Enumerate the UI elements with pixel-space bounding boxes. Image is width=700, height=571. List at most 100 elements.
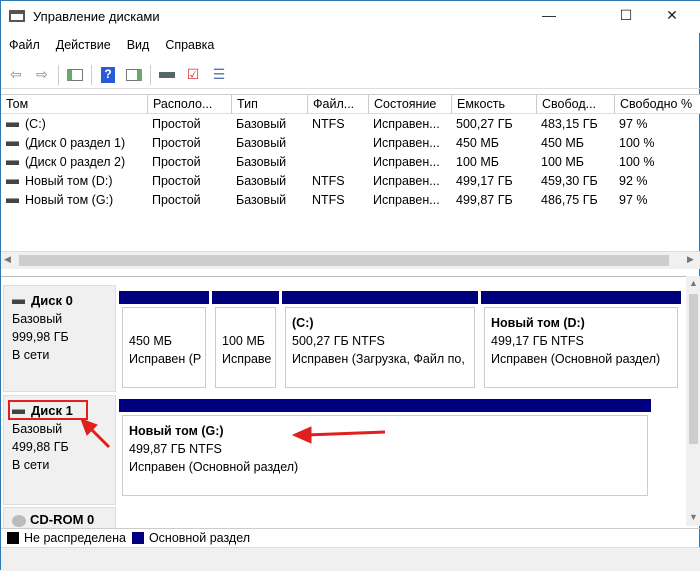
cell-filesystem: NTFS	[307, 193, 368, 207]
column-volume[interactable]: Том	[1, 95, 147, 114]
cell-text: 100 %	[619, 155, 655, 169]
cell-text: 450 МБ	[541, 136, 584, 150]
volume-icon	[6, 179, 19, 185]
scroll-down-icon[interactable]: ▼	[689, 512, 698, 522]
cell-volume: Новый том (G:)	[1, 193, 147, 207]
menu-action[interactable]: Действие	[48, 35, 119, 57]
maximize-button[interactable]: ☐	[611, 7, 641, 24]
cell-free: 483,15 ГБ	[536, 117, 614, 131]
scrollbar-thumb[interactable]	[689, 294, 698, 444]
cell-layout: Простой	[147, 136, 231, 150]
cdrom-label[interactable]: CD-ROM 0	[3, 507, 116, 529]
horizontal-scrollbar[interactable]: ◀ ▶	[1, 251, 700, 269]
annotation-arrow-icon	[291, 426, 386, 444]
cell-filesystem: NTFS	[307, 174, 368, 188]
cell-capacity: 499,87 ГБ	[451, 193, 536, 207]
column-free[interactable]: Свобод...	[536, 95, 614, 114]
volume-icon	[6, 160, 19, 166]
back-icon[interactable]: ⇦	[6, 66, 26, 84]
column-capacity[interactable]: Емкость	[451, 95, 536, 114]
menu-help[interactable]: Справка	[157, 35, 222, 57]
toolbar-divider	[91, 64, 92, 85]
cell-type: Базовый	[231, 117, 307, 131]
cell-text: NTFS	[312, 174, 345, 188]
cell-text: Базовый	[236, 174, 287, 188]
cell-capacity: 450 МБ	[451, 136, 536, 150]
menu-view[interactable]: Вид	[119, 35, 158, 57]
cell-text: 92 %	[619, 174, 648, 188]
cell-text: Исправен...	[373, 174, 440, 188]
cell-text: NTFS	[312, 117, 345, 131]
cell-capacity: 100 МБ	[451, 155, 536, 169]
column-type[interactable]: Тип	[231, 95, 307, 114]
volume-icon	[6, 141, 19, 147]
column-filesystem[interactable]: Файл...	[307, 95, 368, 114]
minimize-button[interactable]: —	[534, 7, 564, 23]
vertical-scrollbar[interactable]: ▲ ▼	[686, 276, 700, 526]
cell-text: Новый том (D:)	[25, 174, 113, 188]
menu-file[interactable]: Файл	[1, 35, 48, 57]
column-status[interactable]: Состояние	[368, 95, 451, 114]
cell-type: Базовый	[231, 174, 307, 188]
cell-text: Исправен...	[373, 155, 440, 169]
scrollbar-thumb[interactable]	[19, 255, 669, 266]
help-icon[interactable]: ?	[98, 66, 118, 84]
cell-text: (Диск 0 раздел 1)	[25, 136, 126, 150]
cell-status: Исправен...	[368, 136, 451, 150]
cell-text: 100 %	[619, 136, 655, 150]
cell-text: Простой	[152, 136, 201, 150]
cell-text: Новый том (G:)	[25, 193, 114, 207]
cell-text: Базовый	[236, 136, 287, 150]
cell-capacity: 499,17 ГБ	[451, 174, 536, 188]
cell-free: 459,30 ГБ	[536, 174, 614, 188]
action-pane-icon[interactable]	[124, 66, 144, 84]
cell-free-percent: 97 %	[614, 193, 700, 207]
table-row[interactable]: Новый том (D:) Простой Базовый NTFS Исправен…	[1, 172, 700, 191]
scroll-up-icon[interactable]: ▲	[689, 278, 698, 288]
cell-text: Простой	[152, 117, 201, 131]
cell-text: Исправен...	[373, 193, 440, 207]
connect-disk-icon[interactable]	[157, 66, 177, 84]
window-title: Управление дисками	[33, 9, 160, 24]
column-free-percent[interactable]: Свободно %	[614, 95, 700, 114]
cell-text: 483,15 ГБ	[541, 117, 598, 131]
cell-text: 499,87 ГБ	[456, 193, 513, 207]
check-icon[interactable]: ☑	[183, 66, 203, 84]
cell-text: 450 МБ	[456, 136, 499, 150]
table-row[interactable]: (Диск 0 раздел 2) Простой Базовый Исправен.…	[1, 153, 700, 172]
cell-text: 100 МБ	[541, 155, 584, 169]
table-row[interactable]: Новый том (G:) Простой Базовый NTFS Исправен…	[1, 191, 700, 210]
forward-icon[interactable]: ⇨	[32, 66, 52, 84]
cell-type: Базовый	[231, 136, 307, 150]
table-row[interactable]: (C:) Простой Базовый NTFS Исправен... 500,27 …	[1, 115, 700, 134]
cell-volume: (C:)	[1, 117, 147, 131]
close-button[interactable]: ✕	[657, 7, 687, 24]
legend-primary: Основной раздел	[148, 530, 251, 545]
cell-text: Простой	[152, 193, 201, 207]
annotation-arrow-icon	[80, 418, 111, 449]
cell-text: 97 %	[619, 193, 648, 207]
cell-free-percent: 92 %	[614, 174, 700, 188]
properties-icon[interactable]: ☰	[209, 66, 229, 84]
scroll-left-icon[interactable]: ◀	[4, 254, 11, 265]
volume-icon	[6, 198, 19, 204]
cell-layout: Простой	[147, 155, 231, 169]
cell-free-percent: 97 %	[614, 117, 700, 131]
legend-unallocated: Не распределена	[24, 530, 126, 545]
cell-status: Исправен...	[368, 117, 451, 131]
scroll-right-icon[interactable]: ▶	[687, 254, 694, 265]
toolbar: ⇦ ⇨ ? ☑ ☰	[1, 61, 700, 89]
cell-text: Простой	[152, 155, 201, 169]
column-layout[interactable]: Располо...	[147, 95, 231, 114]
cell-type: Базовый	[231, 155, 307, 169]
table-row[interactable]: (Диск 0 раздел 1) Простой Базовый Исправен.…	[1, 134, 700, 153]
unallocated-swatch	[7, 531, 19, 544]
console-tree-icon[interactable]	[65, 66, 85, 84]
cell-text: Простой	[152, 174, 201, 188]
cell-text: 499,17 ГБ	[456, 174, 513, 188]
cell-text: Исправен...	[373, 136, 440, 150]
cell-text: 100 МБ	[456, 155, 499, 169]
cell-text: (C:)	[25, 117, 46, 131]
cell-text: Базовый	[236, 155, 287, 169]
table-header: Том Располо... Тип Файл... Состояние Емк…	[1, 94, 700, 114]
